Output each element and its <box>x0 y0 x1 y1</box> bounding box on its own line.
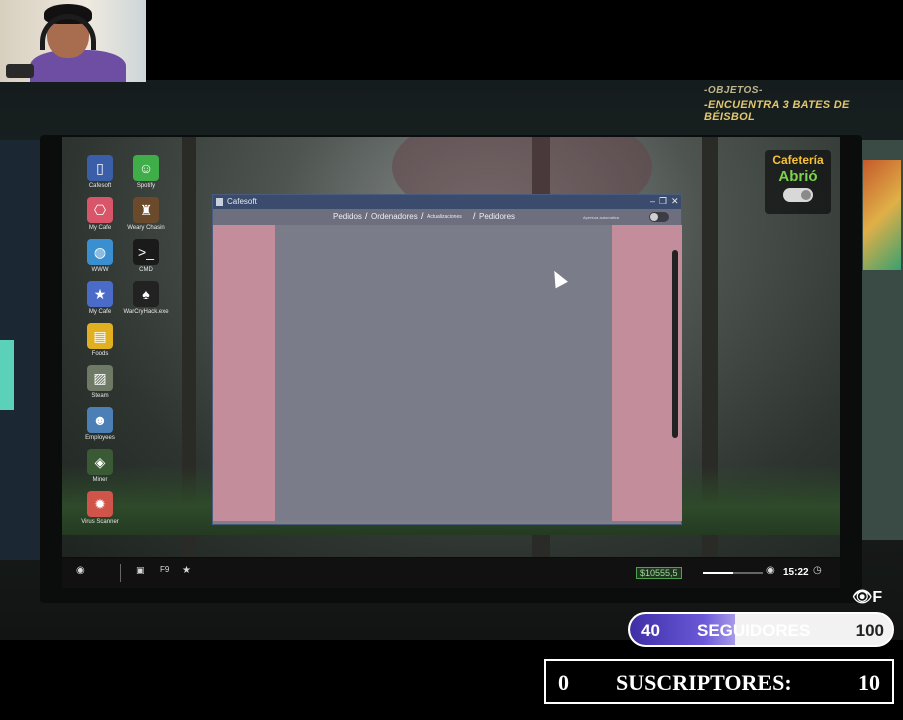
cafesoft-window: Cafesoft – ❐ ✕ Pedidos / Ordenadores / A… <box>212 194 682 525</box>
minimize-button[interactable]: – <box>650 196 655 206</box>
star-icon[interactable]: ★ <box>182 565 191 576</box>
followers-goal-bar: 40 SEGUIDORES 100 <box>628 612 894 647</box>
subscribers-goal-box: 0 SUSCRIPTORES: 10 <box>544 659 894 704</box>
speaker-icon[interactable]: ◉ <box>766 565 775 576</box>
desktop-icon[interactable]: ✹ Virus Scanner <box>70 491 130 525</box>
auto-open-toggle[interactable] <box>649 212 669 222</box>
room-wall-left <box>0 140 42 560</box>
subscribers-label: SUSCRIPTORES: <box>616 670 792 695</box>
nav-separator: / <box>365 211 368 221</box>
tab-ordenadores[interactable]: Ordenadores <box>371 212 418 221</box>
desktop-icon[interactable]: ◈ Miner <box>70 449 130 483</box>
desktop-icon-label: Foods <box>91 351 109 357</box>
desktop-icon[interactable]: ▤ Foods <box>70 323 130 357</box>
microphone-icon <box>6 64 34 78</box>
wall-poster <box>863 160 901 270</box>
nav-separator: / <box>421 211 424 221</box>
desktop-icon-label: WarCryHack.exe <box>123 309 169 315</box>
desktop-icon[interactable]: >_ CMD <box>116 239 176 273</box>
pinned-app-icon[interactable]: ▣ <box>136 565 145 576</box>
desktop-icon[interactable]: ♜ Weary Chasin <box>116 197 176 231</box>
start-button[interactable]: ◉ <box>76 565 85 576</box>
toggle-knob <box>650 213 658 221</box>
tab-pedidores[interactable]: Pedidores <box>479 212 515 221</box>
terminal-icon: >_ <box>133 239 159 265</box>
volume-fill <box>703 572 733 574</box>
desktop-icon[interactable]: ▨ Steam <box>70 365 130 399</box>
webcam-overlay <box>0 0 146 82</box>
followers-goal: 100 <box>855 621 884 640</box>
app-icon <box>216 198 223 206</box>
desktop-icon[interactable]: ☻ Employees <box>70 407 130 441</box>
subscribers-current: 0 <box>558 670 569 695</box>
desktop-icon[interactable]: ☺ Spotify <box>116 155 176 189</box>
spade-icon: ♠ <box>133 281 159 307</box>
close-button[interactable]: ✕ <box>671 196 679 207</box>
eye-icon: 👁 <box>852 589 873 606</box>
taskbar-separator <box>120 564 121 582</box>
cafe-title: Cafetería <box>772 153 824 167</box>
room-wall-right <box>859 140 903 540</box>
objectives-title: -OBJETOS- <box>704 85 763 96</box>
food-icon: ▤ <box>87 323 113 349</box>
cafe-status: Abrió <box>778 168 818 185</box>
desktop-icon-label: Employees <box>85 435 115 441</box>
cafe-open-toggle[interactable] <box>783 188 813 202</box>
desktop-icon-label: Steam <box>91 393 109 399</box>
desktop-icon-label: Virus Scanner <box>81 519 119 525</box>
auto-open-label: Apertura automática <box>583 215 620 220</box>
clock-icon[interactable]: ◷ <box>813 565 822 576</box>
left-panel <box>213 225 275 521</box>
globe-icon: ◍ <box>87 239 113 265</box>
wall-light <box>0 340 14 410</box>
interact-key: F <box>872 589 883 606</box>
cafe-status-widget: Cafetería Abrió <box>765 150 831 214</box>
objective-item: -ENCUENTRA 3 BATES DE BÉISBOL <box>704 99 850 123</box>
objectives-panel: -OBJETOS- -ENCUENTRA 3 BATES DE BÉISBOL <box>704 85 894 123</box>
chat-icon: ☺ <box>133 155 159 181</box>
clock: 15:22 <box>783 567 809 578</box>
desktop-icon-label: Spotify <box>136 183 156 189</box>
game-icon: ♜ <box>133 197 159 223</box>
volume-slider[interactable] <box>703 572 763 574</box>
subscribers-goal: 10 <box>858 670 880 695</box>
window-title: Cafesoft <box>227 197 257 206</box>
taskbar: ◉ ▣ F9 ★ $10555,5 ◉ 15:22 ◷ <box>62 558 840 588</box>
toggle-knob <box>801 190 811 200</box>
desktop-icon-label: Miner <box>92 477 108 483</box>
desktop-icon-label: Weary Chasin <box>127 225 165 231</box>
pinned-app-icon-2[interactable]: F9 <box>160 565 169 574</box>
followers-label: SEGUIDORES <box>697 621 811 640</box>
scrollbar[interactable] <box>672 250 678 438</box>
package-icon: ▨ <box>87 365 113 391</box>
star-icon: ★ <box>87 281 113 307</box>
followers-current: 40 <box>641 621 660 640</box>
virus-icon: ✹ <box>87 491 113 517</box>
desktop-icon[interactable]: ♠ WarCryHack.exe <box>116 281 176 315</box>
employees-icon: ☻ <box>87 407 113 433</box>
nav-separator: / <box>473 211 476 221</box>
tab-actualizaciones[interactable]: Actualizaciones <box>427 214 462 220</box>
maximize-button[interactable]: ❐ <box>659 196 667 207</box>
interact-prompt: 👁F <box>852 587 882 607</box>
network-icon: ⎔ <box>87 197 113 223</box>
desktop-icon-label: CMD <box>139 267 153 273</box>
miner-icon: ◈ <box>87 449 113 475</box>
cafesoft-icon: ▯ <box>87 155 113 181</box>
window-titlebar[interactable]: Cafesoft – ❐ ✕ <box>213 195 681 209</box>
window-nav: Pedidos / Ordenadores / Actualizaciones … <box>213 209 681 225</box>
money-display: $10555,5 <box>636 567 682 579</box>
tab-pedidos[interactable]: Pedidos <box>333 212 362 221</box>
